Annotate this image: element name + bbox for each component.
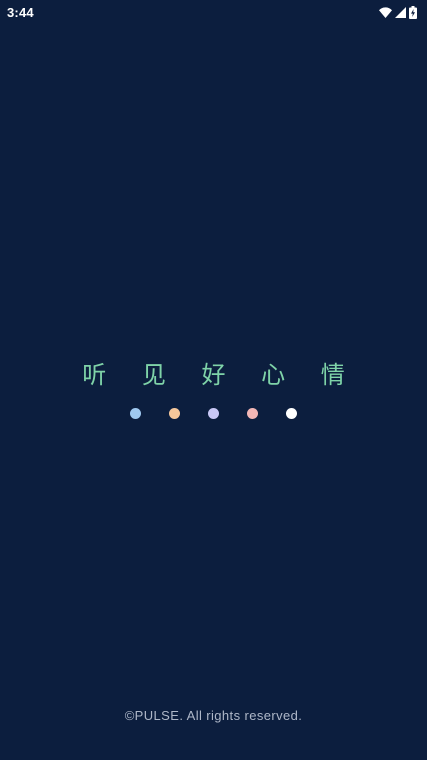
- status-bar: 3:44: [0, 0, 427, 24]
- slogan-text: 听 见 好 心 情: [82, 361, 359, 389]
- loading-dot-1: [130, 408, 141, 419]
- loading-dot-2: [169, 408, 180, 419]
- loading-dot-3: [208, 408, 219, 419]
- wifi-icon: [379, 6, 392, 18]
- copyright-text: ©PULSE. All rights reserved.: [124, 708, 303, 723]
- cellular-signal-icon: [395, 6, 406, 18]
- status-icons: [379, 5, 417, 19]
- loading-dot-5: [286, 408, 297, 419]
- loading-dots: [130, 408, 297, 419]
- status-time: 3:44: [7, 4, 34, 20]
- splash-content: 听 见 好 心 情: [0, 358, 427, 419]
- battery-charging-icon: [409, 5, 417, 19]
- loading-dot-4: [247, 408, 258, 419]
